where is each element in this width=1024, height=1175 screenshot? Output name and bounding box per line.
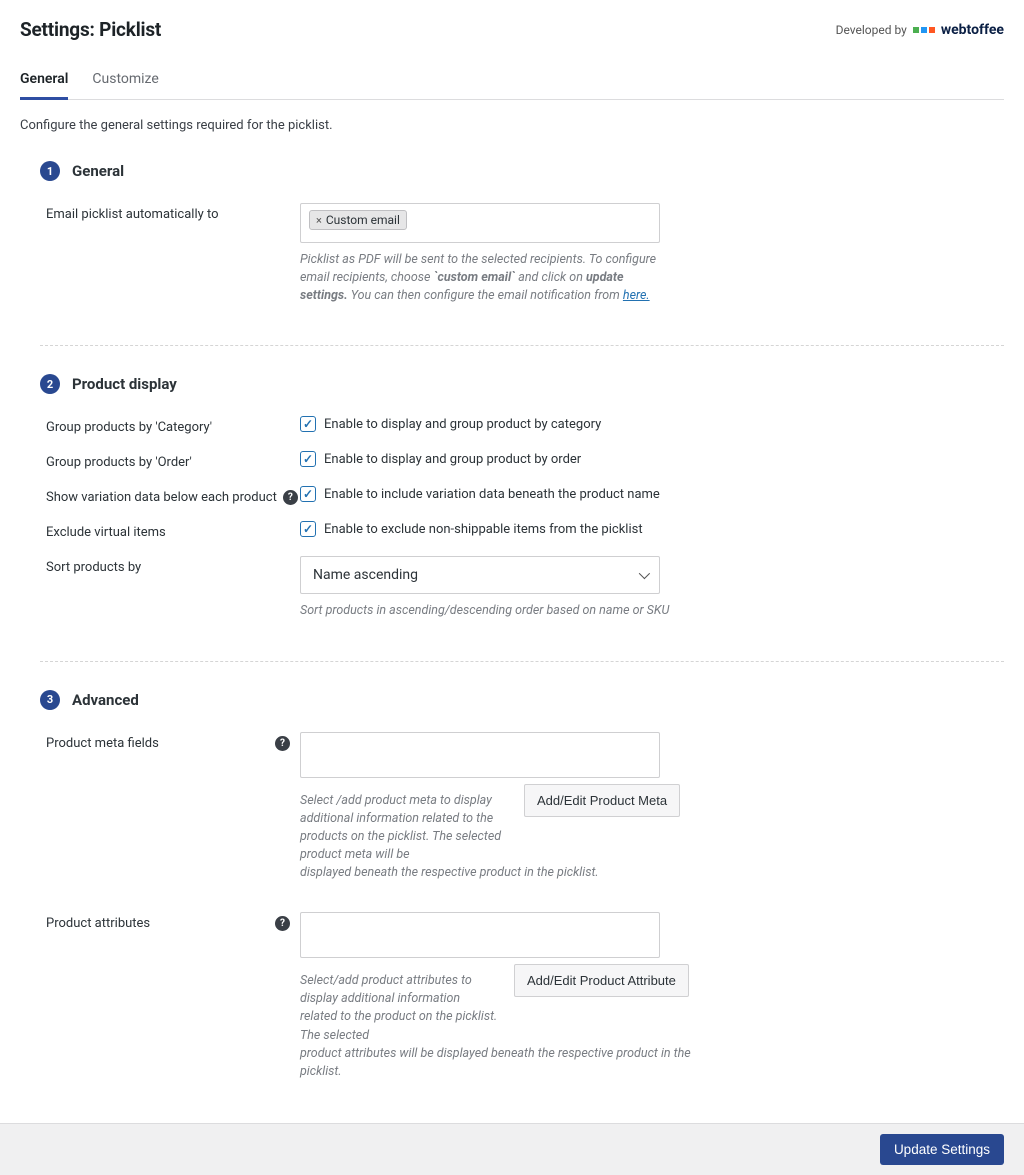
- checkbox-exclude-virtual[interactable]: [300, 521, 316, 537]
- desc-variation: Enable to include variation data beneath…: [324, 487, 660, 502]
- help-sort: Sort products in ascending/descending or…: [300, 602, 700, 620]
- checkbox-group-order[interactable]: [300, 451, 316, 467]
- label-group-category: Group products by 'Category': [40, 416, 300, 435]
- page-title: Settings: Picklist: [20, 18, 161, 41]
- label-product-meta: Product meta fields: [46, 736, 159, 751]
- close-icon[interactable]: ×: [316, 214, 322, 227]
- select-value: Name ascending: [313, 567, 418, 583]
- desc-group-order: Enable to display and group product by o…: [324, 452, 581, 467]
- developed-by-label: Developed by: [836, 23, 907, 37]
- section-title-product-display: Product display: [72, 375, 177, 393]
- section-title-advanced: Advanced: [72, 691, 139, 709]
- footer-bar: Update Settings: [0, 1123, 1024, 1175]
- add-edit-product-attribute-button[interactable]: Add/Edit Product Attribute: [514, 964, 689, 997]
- label-email-picklist: Email picklist automatically to: [40, 203, 300, 222]
- help-product-attr-rest: product attributes will be displayed ben…: [300, 1045, 700, 1081]
- checkbox-group-category[interactable]: [300, 416, 316, 432]
- tab-customize[interactable]: Customize: [92, 63, 158, 100]
- tag-custom-email[interactable]: × Custom email: [309, 210, 407, 230]
- input-product-meta[interactable]: [300, 732, 660, 778]
- help-product-meta-rest: displayed beneath the respective product…: [300, 864, 700, 882]
- label-sort-by: Sort products by: [40, 556, 300, 575]
- help-product-meta-short: Select /add product meta to display addi…: [300, 792, 510, 865]
- help-icon[interactable]: ?: [275, 736, 290, 751]
- tab-general[interactable]: General: [20, 63, 68, 100]
- add-edit-product-meta-button[interactable]: Add/Edit Product Meta: [524, 784, 680, 817]
- section-title-general: General: [72, 162, 124, 180]
- label-group-order: Group products by 'Order': [40, 451, 300, 470]
- section-general: 1 General Email picklist automatically t…: [20, 151, 1004, 331]
- desc-group-category: Enable to display and group product by c…: [324, 417, 601, 432]
- label-exclude-virtual: Exclude virtual items: [40, 521, 300, 540]
- divider-2: [40, 661, 1004, 662]
- help-icon[interactable]: ?: [275, 916, 290, 931]
- tag-label: Custom email: [326, 213, 400, 227]
- section-number-2: 2: [40, 374, 60, 394]
- email-help-text: Picklist as PDF will be sent to the sele…: [300, 251, 660, 305]
- section-number-3: 3: [40, 690, 60, 710]
- section-product-display: 2 Product display Group products by 'Cat…: [20, 364, 1004, 646]
- label-variation: Show variation data below each product: [46, 490, 277, 505]
- divider-1: [40, 345, 1004, 346]
- section-advanced: 3 Advanced Product meta fields ? Select …: [20, 680, 1004, 1107]
- brand-name: webtoffee: [941, 22, 1004, 38]
- tabs: General Customize: [20, 63, 1004, 100]
- brand-logo-icon: [913, 27, 935, 33]
- developed-by: Developed by webtoffee: [836, 22, 1004, 38]
- email-config-link[interactable]: here.: [623, 288, 650, 303]
- checkbox-variation[interactable]: [300, 486, 316, 502]
- intro-text: Configure the general settings required …: [20, 118, 1004, 133]
- update-settings-button[interactable]: Update Settings: [880, 1134, 1004, 1165]
- help-icon[interactable]: ?: [283, 490, 298, 505]
- help-product-attr-short: Select/add product attributes to display…: [300, 972, 500, 1045]
- email-recipients-input[interactable]: × Custom email: [300, 203, 660, 243]
- chevron-down-icon: [639, 568, 650, 579]
- select-sort-products[interactable]: Name ascending: [300, 556, 660, 594]
- section-number-1: 1: [40, 161, 60, 181]
- input-product-attributes[interactable]: [300, 912, 660, 958]
- label-product-attributes: Product attributes: [46, 916, 150, 931]
- desc-exclude-virtual: Enable to exclude non-shippable items fr…: [324, 522, 643, 537]
